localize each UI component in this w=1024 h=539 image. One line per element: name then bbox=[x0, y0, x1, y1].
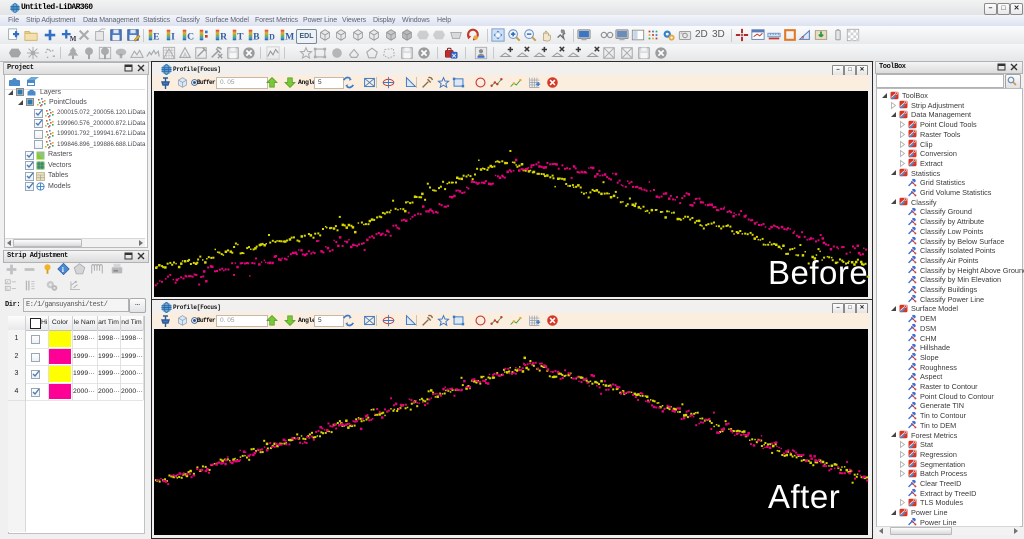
svg-text:i: i bbox=[62, 265, 64, 274]
svg-text:M: M bbox=[70, 35, 77, 43]
svg-text:I: I bbox=[171, 31, 175, 42]
svg-text:A: A bbox=[183, 53, 187, 59]
svg-text:E: E bbox=[153, 31, 159, 42]
svg-text:R: R bbox=[220, 31, 228, 42]
svg-text:T: T bbox=[237, 31, 244, 42]
svg-text:B: B bbox=[253, 31, 260, 42]
svg-text:C: C bbox=[187, 31, 194, 42]
svg-text:M: M bbox=[285, 31, 294, 42]
svg-text:o: o bbox=[802, 35, 805, 41]
svg-text:D: D bbox=[269, 32, 275, 41]
